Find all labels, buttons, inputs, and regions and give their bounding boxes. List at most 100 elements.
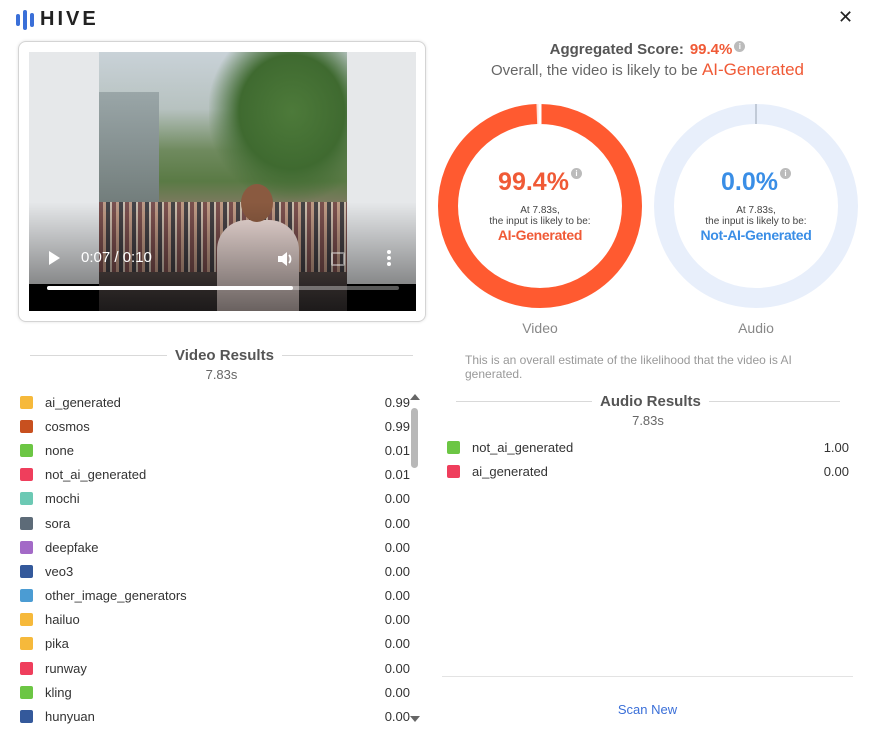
item-label: none	[45, 442, 74, 458]
item-label: hailuo	[45, 612, 80, 628]
item-label: veo3	[45, 563, 74, 579]
item-label: not_ai_generated	[45, 467, 147, 483]
divider	[442, 676, 853, 677]
list-item: sora 0.00	[20, 511, 410, 535]
color-swatch	[20, 710, 33, 724]
item-value: 0.00	[384, 515, 410, 531]
color-swatch	[20, 395, 33, 409]
item-value: 0.00	[384, 539, 410, 555]
video-note-text: the input is likely to be:	[489, 216, 591, 227]
list-item: other_image_generators 0.00	[20, 584, 410, 608]
item-value: 0.00	[384, 588, 410, 604]
list-item: not_ai_generated 1.00	[447, 435, 849, 459]
item-value: 0.00	[384, 684, 410, 700]
item-value: 0.01	[384, 442, 410, 458]
more-options-icon[interactable]	[387, 250, 391, 266]
color-swatch	[20, 637, 33, 651]
item-label: other_image_generators	[45, 588, 187, 604]
item-label: deepfake	[45, 539, 99, 555]
audio-donut-label: Audio	[738, 320, 774, 336]
color-swatch	[20, 564, 33, 578]
color-swatch	[447, 440, 460, 454]
info-icon[interactable]: i	[570, 168, 582, 179]
item-label: ai_generated	[472, 463, 548, 479]
aggregated-score-value: 99.4%	[689, 41, 733, 58]
info-icon[interactable]: i	[779, 168, 791, 179]
video-progress-bar[interactable]	[47, 286, 399, 290]
list-item: cosmos 0.99	[20, 414, 410, 438]
color-swatch	[20, 685, 33, 699]
item-label: not_ai_generated	[472, 439, 574, 455]
video-progress-fill	[47, 286, 294, 290]
app-name: HIVE	[40, 8, 99, 30]
item-label: mochi	[45, 491, 80, 507]
video-results-time: 7.83s	[205, 367, 238, 382]
scroll-thumb[interactable]	[411, 408, 418, 468]
play-icon[interactable]	[49, 251, 60, 265]
list-item: none 0.01	[20, 438, 410, 462]
scan-new-button[interactable]: Scan New	[442, 702, 853, 717]
video-results-scrollbar[interactable]	[408, 394, 422, 724]
item-label: kling	[45, 684, 72, 700]
item-value: 0.99	[384, 418, 410, 434]
item-label: cosmos	[45, 418, 90, 434]
item-value: 0.00	[384, 636, 410, 652]
video-results-list: ai_generated 0.99 cosmos 0.99 none 0.01 not_ai…	[20, 390, 410, 729]
item-value: 0.00	[384, 491, 410, 507]
video-donut-label: Video	[522, 320, 558, 336]
item-value: 0.00	[384, 660, 410, 676]
video-verdict: AI-Generated	[497, 227, 583, 243]
item-label: hunyuan	[45, 709, 95, 725]
list-item: ai_generated 0.00	[447, 459, 849, 483]
item-value: 0.01	[384, 467, 410, 483]
list-item: mochi 0.00	[20, 487, 410, 511]
audio-verdict: Not-AI-Generated	[700, 227, 812, 243]
color-swatch	[20, 468, 33, 482]
scroll-up-icon[interactable]	[410, 394, 420, 400]
scroll-down-icon[interactable]	[410, 716, 420, 722]
info-icon[interactable]: i	[734, 41, 746, 52]
audio-results-header: Audio Results	[456, 393, 840, 410]
video-results-title: Video Results	[175, 347, 274, 364]
volume-icon[interactable]	[276, 250, 294, 268]
audio-results-title: Audio Results	[600, 393, 701, 410]
list-item: pika 0.00	[20, 632, 410, 656]
hive-logo-icon	[16, 9, 34, 30]
list-item: veo3 0.00	[20, 559, 410, 583]
list-item: hailuo 0.00	[20, 608, 410, 632]
close-icon[interactable]: ✕	[838, 6, 853, 28]
hive-logo: HIVE	[16, 8, 99, 31]
list-item: runway 0.00	[20, 656, 410, 680]
video-player-card: 0:07 / 0:10	[18, 41, 426, 322]
color-swatch	[447, 464, 460, 478]
item-value: 0.00	[384, 612, 410, 628]
color-swatch	[20, 540, 33, 554]
color-swatch	[20, 589, 33, 603]
color-swatch	[20, 613, 33, 627]
item-value: 0.99	[384, 394, 410, 410]
audio-note-time: At 7.83s,	[736, 205, 776, 216]
video-score-pct: 99.4%	[498, 168, 569, 196]
audio-results-time: 7.83s	[632, 413, 664, 428]
aggregated-score: Aggregated Score: 99.4% i Overall, the vid…	[440, 41, 855, 80]
video-time: 0:07 / 0:10	[81, 249, 152, 266]
video-donut-center: 99.4% i At 7.83s, the input is likely to …	[460, 168, 620, 243]
estimate-description: This is an overall estimate of the likel…	[465, 353, 792, 381]
item-label: pika	[45, 636, 69, 652]
color-swatch	[20, 492, 33, 506]
video-player[interactable]: 0:07 / 0:10	[29, 52, 416, 311]
color-swatch	[20, 661, 33, 675]
audio-score-pct: 0.0%	[721, 168, 778, 196]
audio-results-list: not_ai_generated 1.00 ai_generated 0.00	[447, 435, 849, 483]
list-item: deepfake 0.00	[20, 535, 410, 559]
item-value: 0.00	[384, 563, 410, 579]
audio-note-text: the input is likely to be:	[705, 216, 807, 227]
fullscreen-icon[interactable]	[331, 252, 345, 266]
overall-verdict: AI-Generated	[701, 60, 804, 79]
item-label: ai_generated	[45, 394, 121, 410]
list-item: hunyuan 0.00	[20, 704, 410, 728]
overall-text: Overall, the video is likely to be	[491, 62, 698, 79]
list-item: kling 0.00	[20, 680, 410, 704]
video-results-header: Video Results	[30, 347, 413, 364]
aggregated-score-label: Aggregated Score:	[549, 41, 684, 58]
